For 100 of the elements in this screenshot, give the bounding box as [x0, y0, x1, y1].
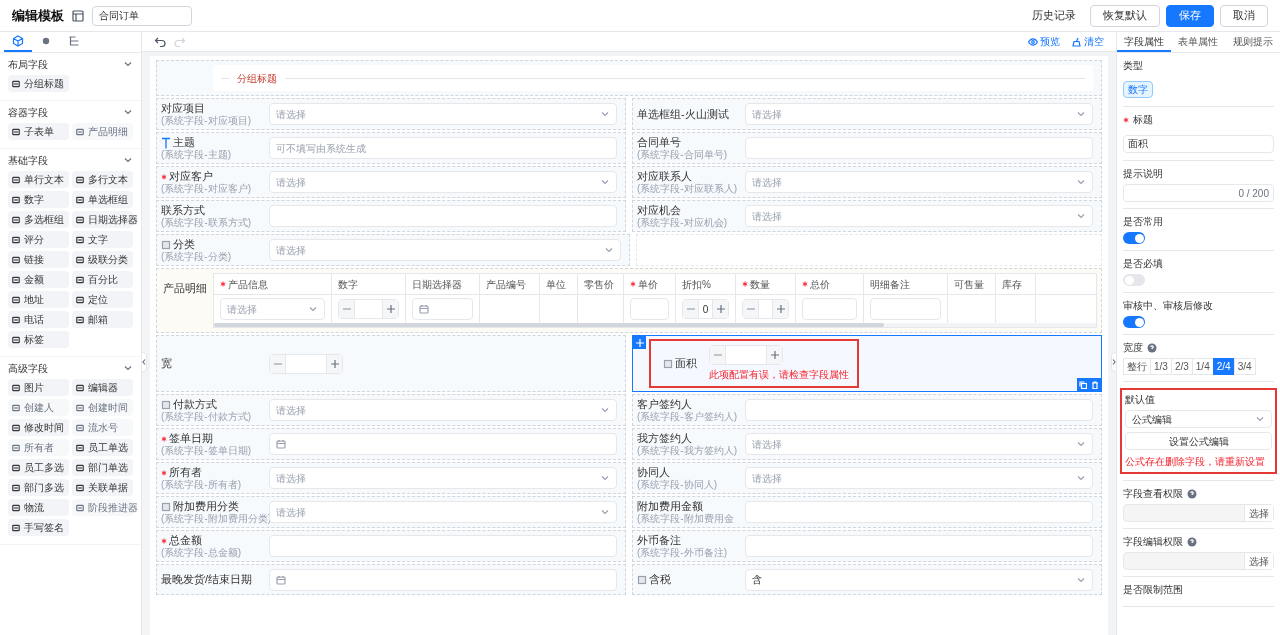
field-type-item[interactable]: 百分比	[72, 271, 133, 288]
number-stepper[interactable]: 0	[682, 299, 729, 319]
field-type-item[interactable]: 单行文本	[8, 171, 69, 188]
form-field[interactable]: 对应客户 (系统字段-对应客户) 请选择	[156, 166, 626, 198]
decrement-button[interactable]	[339, 300, 355, 318]
group-header[interactable]: 容器字段	[0, 101, 141, 123]
field-type-item[interactable]: 金额	[8, 271, 69, 288]
field-type-item[interactable]: 多选框组	[8, 211, 69, 228]
action-button[interactable]: 取消	[1220, 4, 1268, 27]
number-stepper[interactable]	[742, 299, 789, 319]
number-input[interactable]: 0	[699, 300, 712, 318]
decrement-button[interactable]	[710, 346, 726, 364]
form-field[interactable]: 付款方式 (系统字段-付款方式) 请选择	[156, 394, 626, 426]
field-type-item[interactable]: 标签	[8, 331, 69, 348]
form-field[interactable]: 所有者 (系统字段-所有者) 请选择	[156, 462, 626, 494]
template-name-input[interactable]: 合同订单	[92, 5, 192, 26]
field-type-item[interactable]: 定位	[72, 291, 133, 308]
field-type-item[interactable]: 部门多选	[8, 479, 69, 496]
history-link[interactable]: 历史记录	[1032, 7, 1076, 24]
field-type-item[interactable]: 多行文本	[72, 171, 133, 188]
field-type-item[interactable]: 员工单选	[72, 439, 133, 456]
text-input[interactable]	[745, 535, 1093, 557]
field-type-item[interactable]: 子表单	[8, 123, 69, 140]
delete-button[interactable]	[1089, 378, 1101, 391]
property-tab[interactable]: 规则提示	[1225, 32, 1280, 52]
toggle-switch[interactable]	[1123, 316, 1145, 328]
form-field[interactable]: 协同人 (系统字段-协同人) 请选择	[632, 462, 1102, 494]
field-type-item[interactable]: 物流	[8, 499, 69, 516]
text-input[interactable]	[870, 298, 941, 320]
field-type-item[interactable]: 邮箱	[72, 311, 133, 328]
increment-button[interactable]	[712, 300, 728, 318]
collapse-handle[interactable]	[1111, 352, 1117, 372]
field-type-item[interactable]: 部门单选	[72, 459, 133, 476]
field-type-item[interactable]: 文字	[72, 231, 133, 248]
number-stepper[interactable]	[338, 299, 399, 319]
undo-button[interactable]	[154, 35, 166, 48]
property-tab[interactable]: 字段属性	[1117, 32, 1172, 52]
increment-button[interactable]	[772, 300, 788, 318]
select-field[interactable]: 含	[745, 568, 1093, 591]
field-type-item[interactable]: 单选框组	[72, 191, 133, 208]
text-input[interactable]	[802, 298, 857, 320]
text-input[interactable]: 可不填写由系统生成	[269, 137, 617, 159]
width-option[interactable]: 整行	[1123, 358, 1151, 375]
text-input[interactable]	[745, 399, 1093, 421]
group-title-bar[interactable]: 分组标题	[213, 65, 1093, 91]
toolbar-button[interactable]: 清空	[1072, 34, 1104, 49]
form-field[interactable]: 总金额 (系统字段-总金额)	[156, 530, 626, 562]
text-input[interactable]	[745, 501, 1093, 523]
field-type-item[interactable]: 评分	[8, 231, 69, 248]
group-header[interactable]: 高级字段	[0, 357, 141, 379]
form-field[interactable]: 含税 含	[632, 564, 1102, 595]
text-input[interactable]	[269, 205, 617, 227]
form-field[interactable]: 客户签约人 (系统字段-客户签约人)	[632, 394, 1102, 426]
form-field[interactable]: 对应机会 (系统字段-对应机会) 请选择	[632, 200, 1102, 232]
action-button[interactable]: 恢复默认	[1090, 4, 1160, 27]
permission-field[interactable]: 选择	[1123, 504, 1274, 522]
form-field[interactable]: 外币备注 (系统字段-外币备注)	[632, 530, 1102, 562]
group-header[interactable]: 布局字段	[0, 53, 141, 75]
save-button[interactable]: 保存	[1166, 4, 1214, 27]
form-field[interactable]: 面积 此项配置有误，请检查字段属性	[632, 335, 1102, 392]
width-option[interactable]: 1/3	[1150, 358, 1172, 375]
decrement-button[interactable]	[743, 300, 759, 318]
form-field[interactable]: 对应联系人 (系统字段-对应联系人) 请选择	[632, 166, 1102, 198]
form-field[interactable]: 联系方式 (系统字段-联系方式)	[156, 200, 626, 232]
increment-button[interactable]	[326, 354, 342, 373]
width-option[interactable]: 2/3	[1170, 358, 1193, 375]
form-field[interactable]: 对应项目 (系统字段-对应项目) 请选择	[156, 98, 626, 130]
date-field[interactable]	[412, 298, 473, 320]
increment-button[interactable]	[766, 346, 782, 364]
field-type-item[interactable]: 手写签名	[8, 519, 69, 536]
formula-button[interactable]: 设置公式编辑	[1125, 432, 1272, 450]
form-field[interactable]: 最晚发货/结束日期	[156, 564, 626, 595]
field-type-item[interactable]: 修改时间	[8, 419, 69, 436]
property-tab[interactable]: 表单属性	[1171, 32, 1226, 52]
field-type-item[interactable]: 关联单据	[72, 479, 133, 496]
form-field[interactable]: 签单日期 (系统字段-签单日期)	[156, 428, 626, 460]
text-input[interactable]	[269, 535, 617, 557]
number-stepper[interactable]	[709, 345, 783, 365]
width-option[interactable]: 3/4	[1233, 358, 1256, 375]
toggle-switch[interactable]	[1123, 232, 1145, 244]
field-type-item[interactable]: 地址	[8, 291, 69, 308]
redo-button[interactable]	[174, 35, 186, 48]
select-field[interactable]: 公式编辑	[1125, 410, 1272, 428]
text-input[interactable]	[745, 137, 1093, 159]
width-option[interactable]: 2/4	[1212, 358, 1235, 375]
toggle-switch[interactable]	[1123, 274, 1145, 286]
number-stepper[interactable]	[269, 353, 343, 374]
date-field[interactable]	[269, 568, 617, 591]
add-button[interactable]	[633, 336, 646, 349]
field-type-item[interactable]: 图片	[8, 379, 69, 396]
form-field[interactable]: 分类 (系统字段-分类) 请选择	[156, 234, 630, 266]
text-input[interactable]	[630, 298, 669, 320]
increment-button[interactable]	[382, 300, 398, 318]
description-field[interactable]: 0 / 200	[1123, 184, 1274, 202]
field-type-item[interactable]: 电话	[8, 311, 69, 328]
field-type-item[interactable]: 员工多选	[8, 459, 69, 476]
form-field[interactable]: 单选框组-火山测试 请选择	[632, 98, 1102, 130]
title-input[interactable]: 面积	[1123, 135, 1274, 153]
permission-field[interactable]: 选择	[1123, 552, 1274, 570]
form-field[interactable]: 宽	[156, 335, 626, 392]
